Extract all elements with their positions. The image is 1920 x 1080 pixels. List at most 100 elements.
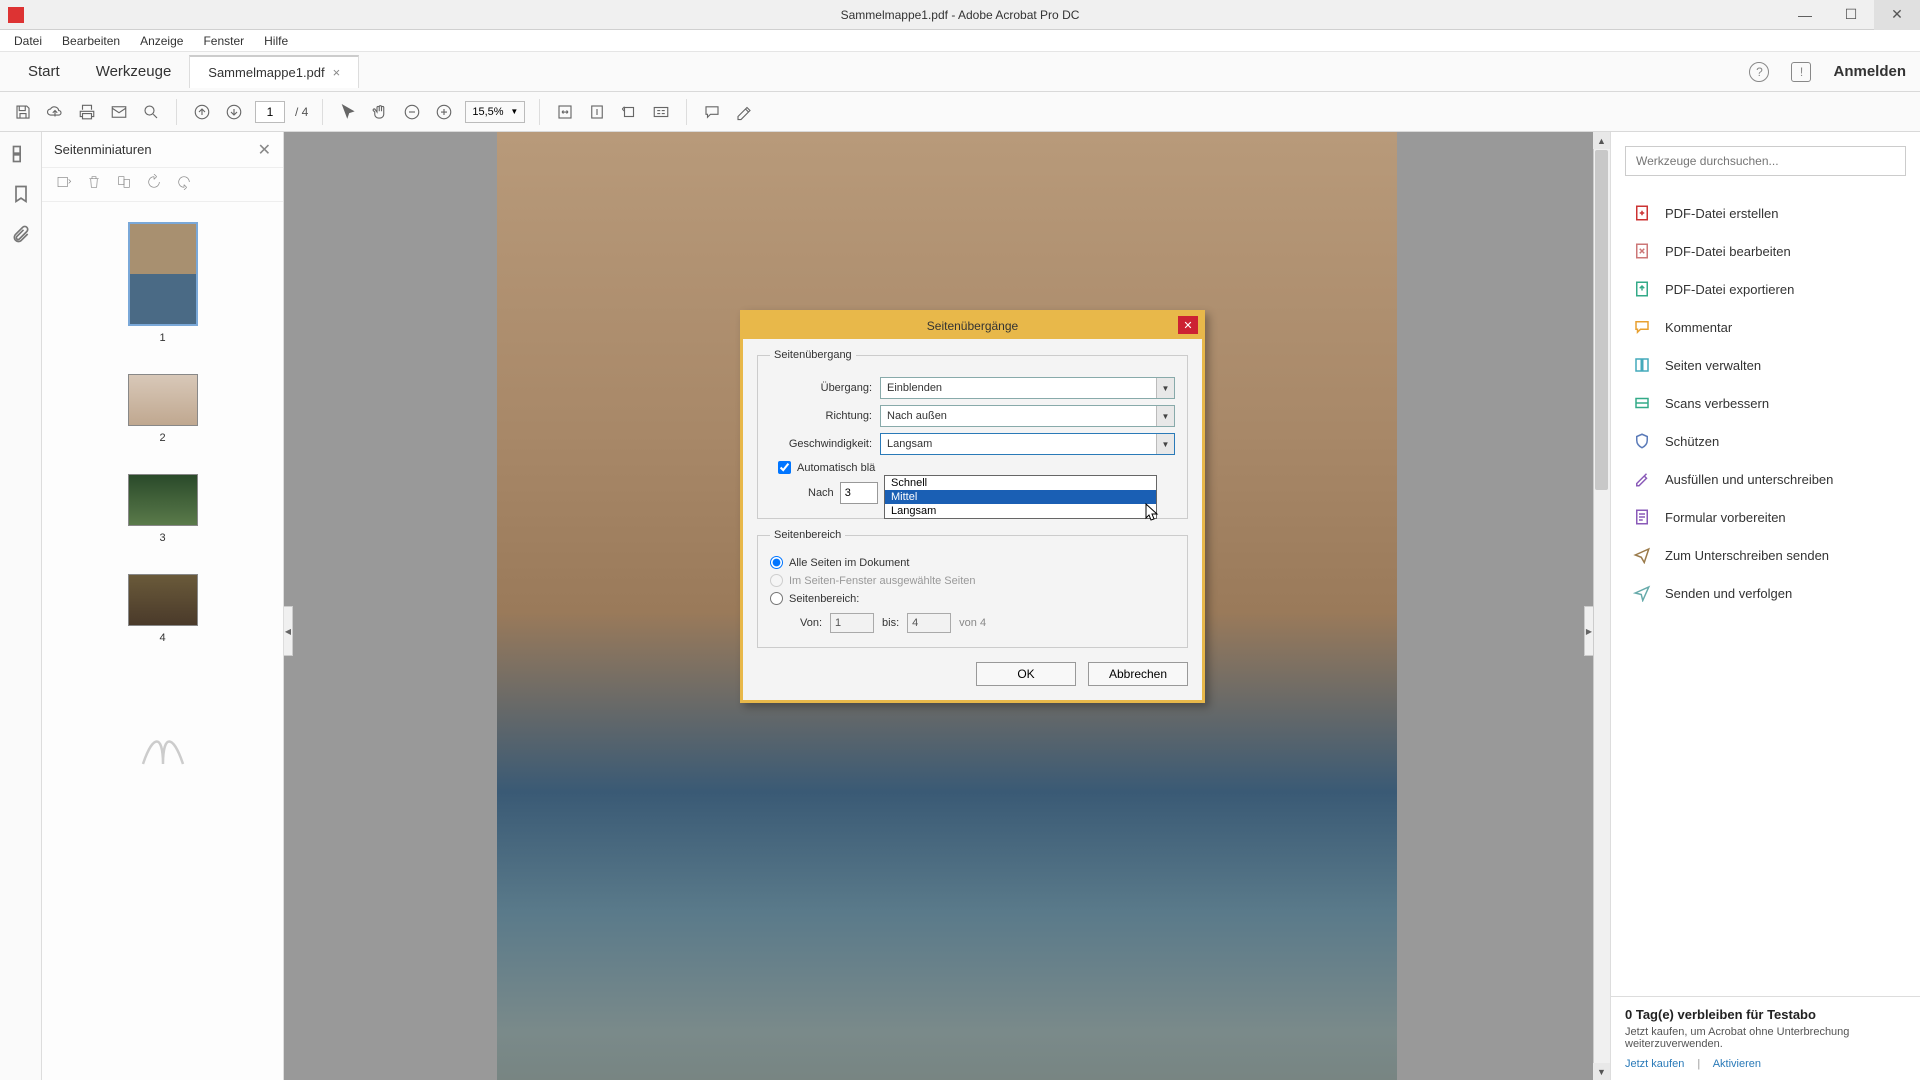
tool-send[interactable]: Senden und verfolgen <box>1611 574 1920 612</box>
cloud-icon[interactable] <box>44 101 66 123</box>
dialog-close-button[interactable]: ✕ <box>1178 316 1198 334</box>
tool-label: Zum Unterschreiben senden <box>1665 548 1829 563</box>
tool-sendSign[interactable]: Zum Unterschreiben senden <box>1611 536 1920 574</box>
login-link[interactable]: Anmelden <box>1833 63 1906 80</box>
tool-label: Scans verbessern <box>1665 396 1769 411</box>
thumb-delete-icon[interactable] <box>86 174 102 195</box>
radio-range[interactable] <box>770 592 783 605</box>
promo-body: Jetzt kaufen, um Acrobat ohne Unterbrech… <box>1625 1026 1906 1050</box>
radio-all-pages[interactable] <box>770 556 783 569</box>
menu-hilfe[interactable]: Hilfe <box>256 32 296 50</box>
menu-datei[interactable]: Datei <box>6 32 50 50</box>
collapse-left-handle[interactable]: ◀ <box>284 606 293 656</box>
tool-export[interactable]: PDF-Datei exportieren <box>1611 270 1920 308</box>
tool-form[interactable]: Formular vorbereiten <box>1611 498 1920 536</box>
thumb-rotate-ccw-icon[interactable] <box>146 174 162 195</box>
bookmark-rail-icon[interactable] <box>11 184 31 204</box>
notification-icon[interactable]: ! <box>1791 62 1811 82</box>
attachment-rail-icon[interactable] <box>11 224 31 244</box>
export-icon <box>1633 280 1651 298</box>
fit-width-icon[interactable] <box>554 101 576 123</box>
create-icon <box>1633 204 1651 222</box>
transition-select[interactable]: Einblenden ▼ <box>880 377 1175 399</box>
zoom-out-icon[interactable] <box>401 101 423 123</box>
next-page-icon[interactable] <box>223 101 245 123</box>
direction-label: Richtung: <box>770 410 880 422</box>
tool-comment[interactable]: Kommentar <box>1611 308 1920 346</box>
search-icon[interactable] <box>140 101 162 123</box>
bis-input[interactable] <box>907 613 951 633</box>
promo-buy-link[interactable]: Jetzt kaufen <box>1625 1058 1684 1070</box>
pointer-tool-icon[interactable] <box>337 101 359 123</box>
thumbnail-page-2[interactable]: 2 <box>128 374 198 444</box>
page-number-input[interactable] <box>255 101 285 123</box>
rotate-icon[interactable] <box>618 101 640 123</box>
menu-anzeige[interactable]: Anzeige <box>132 32 191 50</box>
toolbar: / 4 15,5%▼ <box>0 92 1920 132</box>
thumbnails-rail-icon[interactable] <box>11 144 31 164</box>
help-icon[interactable]: ? <box>1749 62 1769 82</box>
direction-select[interactable]: Nach außen ▼ <box>880 405 1175 427</box>
tool-protect[interactable]: Schützen <box>1611 422 1920 460</box>
tool-fill[interactable]: Ausfüllen und unterschreiben <box>1611 460 1920 498</box>
minimize-button[interactable]: — <box>1782 0 1828 30</box>
thumb-rotate-cw-icon[interactable] <box>176 174 192 195</box>
maximize-button[interactable]: ☐ <box>1828 0 1874 30</box>
speed-select[interactable]: Langsam ▼ <box>880 433 1175 455</box>
tool-pages[interactable]: Seiten verwalten <box>1611 346 1920 384</box>
tool-create[interactable]: PDF-Datei erstellen <box>1611 194 1920 232</box>
print-icon[interactable] <box>76 101 98 123</box>
von-input[interactable] <box>830 613 874 633</box>
tab-document[interactable]: Sammelmappe1.pdf × <box>189 55 359 88</box>
fit-page-icon[interactable] <box>586 101 608 123</box>
reading-mode-icon[interactable] <box>650 101 672 123</box>
scroll-up-icon[interactable]: ▲ <box>1593 132 1610 149</box>
thumbnails-toolbar <box>42 168 283 202</box>
tool-edit[interactable]: PDF-Datei bearbeiten <box>1611 232 1920 270</box>
scroll-down-icon[interactable]: ▼ <box>1593 1063 1610 1080</box>
promo-activate-link[interactable]: Aktivieren <box>1713 1058 1761 1070</box>
comment-icon[interactable] <box>701 101 723 123</box>
dialog-titlebar[interactable]: Seitenübergänge ✕ <box>743 313 1202 339</box>
cancel-button[interactable]: Abbrechen <box>1088 662 1188 686</box>
thumb-extract-icon[interactable] <box>116 174 132 195</box>
save-icon[interactable] <box>12 101 34 123</box>
thumbnails-header: Seitenminiaturen ✕ <box>42 132 283 168</box>
bis-label: bis: <box>882 617 899 629</box>
prev-page-icon[interactable] <box>191 101 213 123</box>
highlight-icon[interactable] <box>733 101 755 123</box>
speed-option[interactable]: Mittel <box>885 490 1156 504</box>
thumb-options-icon[interactable] <box>56 174 72 195</box>
speed-option[interactable]: Langsam <box>885 504 1156 518</box>
speed-option[interactable]: Schnell <box>885 476 1156 490</box>
tab-close-icon[interactable]: × <box>333 65 341 80</box>
vertical-scrollbar[interactable]: ▲ ▼ <box>1593 132 1610 1080</box>
thumbnail-page-3[interactable]: 3 <box>128 474 198 544</box>
nach-input[interactable] <box>840 482 878 504</box>
ok-button[interactable]: OK <box>976 662 1076 686</box>
nach-label: Nach <box>808 487 834 499</box>
thumbnail-page-4[interactable]: 4 <box>128 574 198 644</box>
zoom-in-icon[interactable] <box>433 101 455 123</box>
thumbnails-close-icon[interactable]: ✕ <box>258 140 271 160</box>
close-button[interactable]: ✕ <box>1874 0 1920 30</box>
scrollbar-thumb[interactable] <box>1595 150 1608 490</box>
tools-search-input[interactable] <box>1625 146 1906 176</box>
transition-value: Einblenden <box>887 382 942 394</box>
separator <box>539 99 540 125</box>
tab-werkzeuge[interactable]: Werkzeuge <box>78 55 190 88</box>
menu-bearbeiten[interactable]: Bearbeiten <box>54 32 128 50</box>
tab-start[interactable]: Start <box>10 55 78 88</box>
thumbnail-page-1[interactable]: 1 <box>128 222 198 344</box>
thumbnails-panel: Seitenminiaturen ✕ 1 2 3 4 <box>42 132 284 1080</box>
radio-selected-pages[interactable] <box>770 574 783 587</box>
radio-selected-label: Im Seiten-Fenster ausgewählte Seiten <box>789 575 976 587</box>
mail-icon[interactable] <box>108 101 130 123</box>
auto-flip-checkbox[interactable] <box>778 461 791 474</box>
hand-tool-icon[interactable] <box>369 101 391 123</box>
menu-fenster[interactable]: Fenster <box>195 32 252 50</box>
form-icon <box>1633 508 1651 526</box>
tool-scan[interactable]: Scans verbessern <box>1611 384 1920 422</box>
zoom-select[interactable]: 15,5%▼ <box>465 101 525 123</box>
page-range-legend: Seitenbereich <box>770 529 845 541</box>
